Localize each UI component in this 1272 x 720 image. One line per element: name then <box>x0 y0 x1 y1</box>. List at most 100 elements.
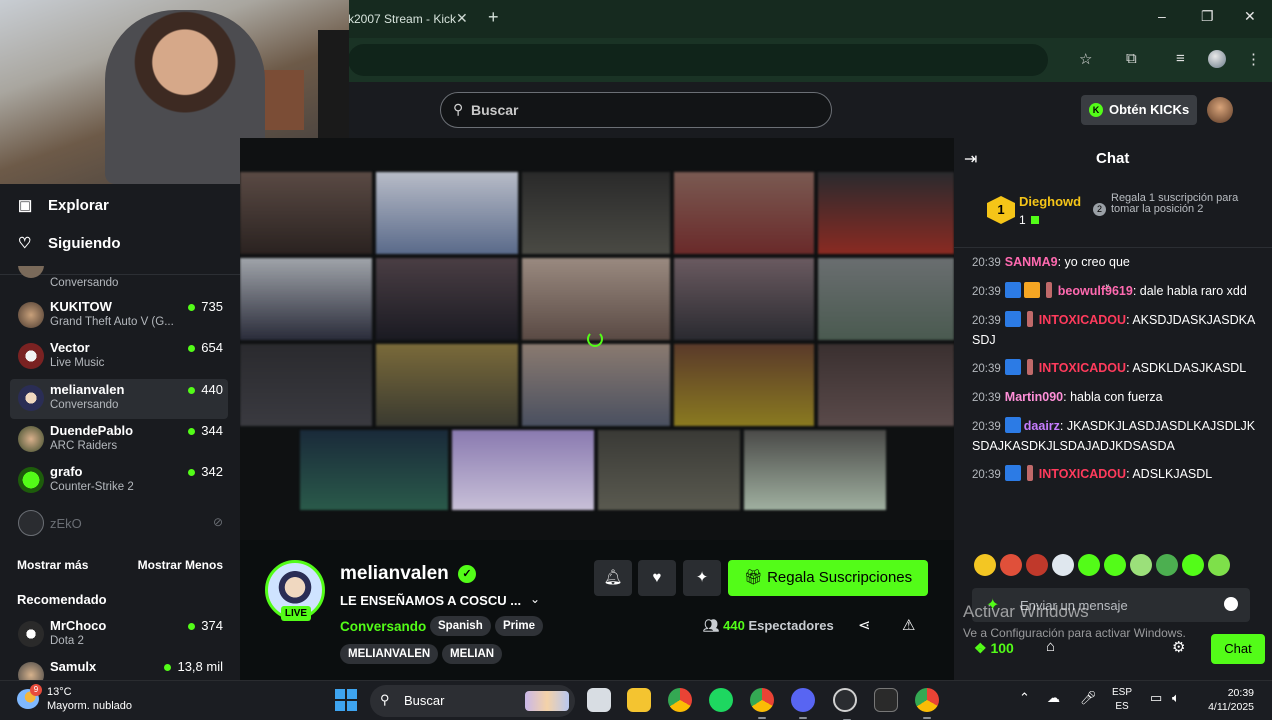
message-text: habla con fuerza <box>1070 390 1163 404</box>
minimize-button[interactable]: – <box>1158 8 1166 24</box>
maximize-button[interactable]: ❐ <box>1201 8 1214 25</box>
show-more-link[interactable]: Mostrar más <box>17 558 88 572</box>
url-field[interactable] <box>348 44 1048 76</box>
channel-item-kukitow[interactable]: KUKITOW Grand Theft Auto V (G... 735 <box>10 296 228 336</box>
browser-profile-icon[interactable] <box>1208 50 1226 68</box>
tag-melianvalen[interactable]: MELIANVALEN <box>340 644 439 664</box>
weather-alert-badge: 9 <box>30 684 42 696</box>
message-time: 20:39 <box>972 257 1001 269</box>
channel-item-duendepablo[interactable]: DuendePablo ARC Raiders 344 <box>10 420 228 460</box>
chat-message-input[interactable] <box>1020 588 1220 622</box>
discord-icon[interactable] <box>791 688 815 719</box>
emote-icon[interactable] <box>1104 554 1126 576</box>
chat-input-box[interactable]: ✦ <box>972 588 1250 622</box>
emote-icon[interactable] <box>1000 554 1022 576</box>
channel-item-partial[interactable]: Conversando <box>10 266 228 292</box>
emote-icon[interactable] <box>1078 554 1100 576</box>
video-player[interactable] <box>240 138 954 540</box>
message-time: 20:39 <box>972 363 1001 375</box>
share-icon[interactable]: ⋖ <box>858 616 871 634</box>
search-input[interactable] <box>471 93 811 127</box>
channel-item-melianvalen[interactable]: melianvalen Conversando 440 <box>10 379 228 419</box>
message-user[interactable]: INTOXICADOU <box>1039 313 1126 327</box>
file-explorer-icon[interactable] <box>627 688 651 712</box>
tray-overflow-icon[interactable]: ⌃ <box>1019 690 1030 706</box>
close-window-button[interactable]: ✕ <box>1244 8 1256 25</box>
show-less-link[interactable]: Mostrar Menos <box>138 558 223 572</box>
notification-bell-button[interactable]: 🔔︎ <box>594 560 632 596</box>
search-bar[interactable]: ⚲ <box>440 92 832 128</box>
media-controls-icon[interactable]: ≡ <box>1176 50 1185 67</box>
new-tab-button[interactable]: + <box>488 7 499 28</box>
message-user[interactable]: SANMA9 <box>1005 255 1058 269</box>
collapse-chat-icon[interactable]: ⇥ <box>964 149 977 169</box>
emote-icon[interactable] <box>1130 554 1152 576</box>
leader-name[interactable]: Dieghowd <box>1019 194 1081 209</box>
tab-close-icon[interactable]: ✕ <box>456 10 468 27</box>
network-icon[interactable]: ▭ <box>1150 690 1162 706</box>
chrome-profile-icon[interactable] <box>915 688 939 719</box>
emote-icon[interactable] <box>1052 554 1074 576</box>
stream-category[interactable]: Conversando <box>340 619 426 634</box>
microphone-icon[interactable]: 🎤︎ <box>1080 690 1097 706</box>
emote-icon[interactable] <box>1208 554 1230 576</box>
message-user[interactable]: daairz <box>1024 419 1060 433</box>
language-indicator[interactable]: ESP ES <box>1112 686 1132 714</box>
streamer-name[interactable]: melianvalen <box>340 563 449 585</box>
emote-icon[interactable] <box>1156 554 1178 576</box>
settings-gear-icon[interactable]: ⚙ <box>1172 638 1185 656</box>
weather-forecast[interactable]: Mayorm. nublado <box>47 700 132 712</box>
nav-following[interactable]: ♡ Siguiendo <box>18 234 121 258</box>
system-clock[interactable]: 20:39 4/11/2025 <box>1200 686 1254 714</box>
send-chat-button[interactable]: Chat <box>1211 634 1265 664</box>
message-user[interactable]: Martin090 <box>1005 390 1063 404</box>
video-tile <box>376 172 518 254</box>
search-icon: ⚲ <box>453 101 464 117</box>
emoji-picker-icon[interactable] <box>1224 597 1238 611</box>
channel-item-vector[interactable]: Vector Live Music 654 <box>10 337 228 377</box>
tag-melian[interactable]: MELIAN <box>442 644 503 664</box>
sparkle-icon[interactable]: ✦ <box>986 595 999 615</box>
epic-games-icon[interactable] <box>874 688 898 712</box>
tag-prime[interactable]: Prime <box>495 616 543 636</box>
sparkle-button[interactable]: ✦ <box>683 560 721 596</box>
channel-item-samulx[interactable]: Samulx 13,8 mil <box>10 656 228 680</box>
browser-menu-icon[interactable]: ⋮ <box>1246 50 1261 68</box>
tag-spanish[interactable]: Spanish <box>430 616 491 636</box>
message-user[interactable]: INTOXICADOU <box>1039 361 1126 375</box>
channel-item-grafo[interactable]: grafo Counter-Strike 2 342 <box>10 461 228 501</box>
chevron-down-icon[interactable]: ⌄ <box>530 592 540 606</box>
store-icon[interactable]: ⌂ <box>1046 638 1055 655</box>
get-kicks-button[interactable]: K Obtén KICKs <box>1081 95 1197 125</box>
channel-points[interactable]: ❖ 100 <box>974 640 1014 657</box>
message-user[interactable]: INTOXICADOU <box>1039 467 1126 481</box>
extensions-icon[interactable]: ⧉ <box>1126 50 1137 67</box>
message-user[interactable]: beowulf9619 <box>1058 284 1133 298</box>
live-badge: LIVE <box>281 606 311 621</box>
sub-badge-icon <box>1045 282 1052 298</box>
emote-icon[interactable] <box>1182 554 1204 576</box>
task-view-icon[interactable] <box>587 688 611 712</box>
weather-temperature[interactable]: 13°C <box>47 686 72 698</box>
onedrive-cloud-icon[interactable]: ☁ <box>1047 690 1060 706</box>
windows-taskbar: 9 13°C Mayorm. nublado ⚲ Buscar ⌃ ☁ 🎤︎ E… <box>0 680 1272 720</box>
windows-start-icon[interactable] <box>335 689 357 711</box>
channel-item-mrchoco[interactable]: MrChoco Dota 2 374 <box>10 615 228 655</box>
volume-icon[interactable]: 🔈︎ <box>1172 690 1180 706</box>
taskbar-search[interactable]: ⚲ Buscar <box>370 685 575 717</box>
bookmark-star-icon[interactable]: ☆ <box>1079 50 1092 68</box>
spotify-icon[interactable] <box>709 688 733 712</box>
chrome-active-icon[interactable] <box>750 688 774 719</box>
emote-icon[interactable] <box>1026 554 1048 576</box>
channel-item-zeko[interactable]: zEkO ⊘ <box>10 504 228 544</box>
report-warning-icon[interactable]: ⚠ <box>902 616 915 634</box>
chrome-icon[interactable] <box>668 688 692 712</box>
user-avatar[interactable] <box>1207 97 1233 123</box>
follow-heart-button[interactable]: ♥ <box>638 560 676 596</box>
nav-explore[interactable]: ▣ Explorar <box>18 196 109 220</box>
chat-message: 20:39 Martin090: habla con fuerza <box>972 390 1163 404</box>
emote-icon[interactable] <box>974 554 996 576</box>
obs-icon[interactable] <box>833 688 857 720</box>
keyboard-layout: ES <box>1115 701 1129 712</box>
gift-subs-button[interactable]: 🎁︎ Regala Suscripciones <box>728 560 928 596</box>
